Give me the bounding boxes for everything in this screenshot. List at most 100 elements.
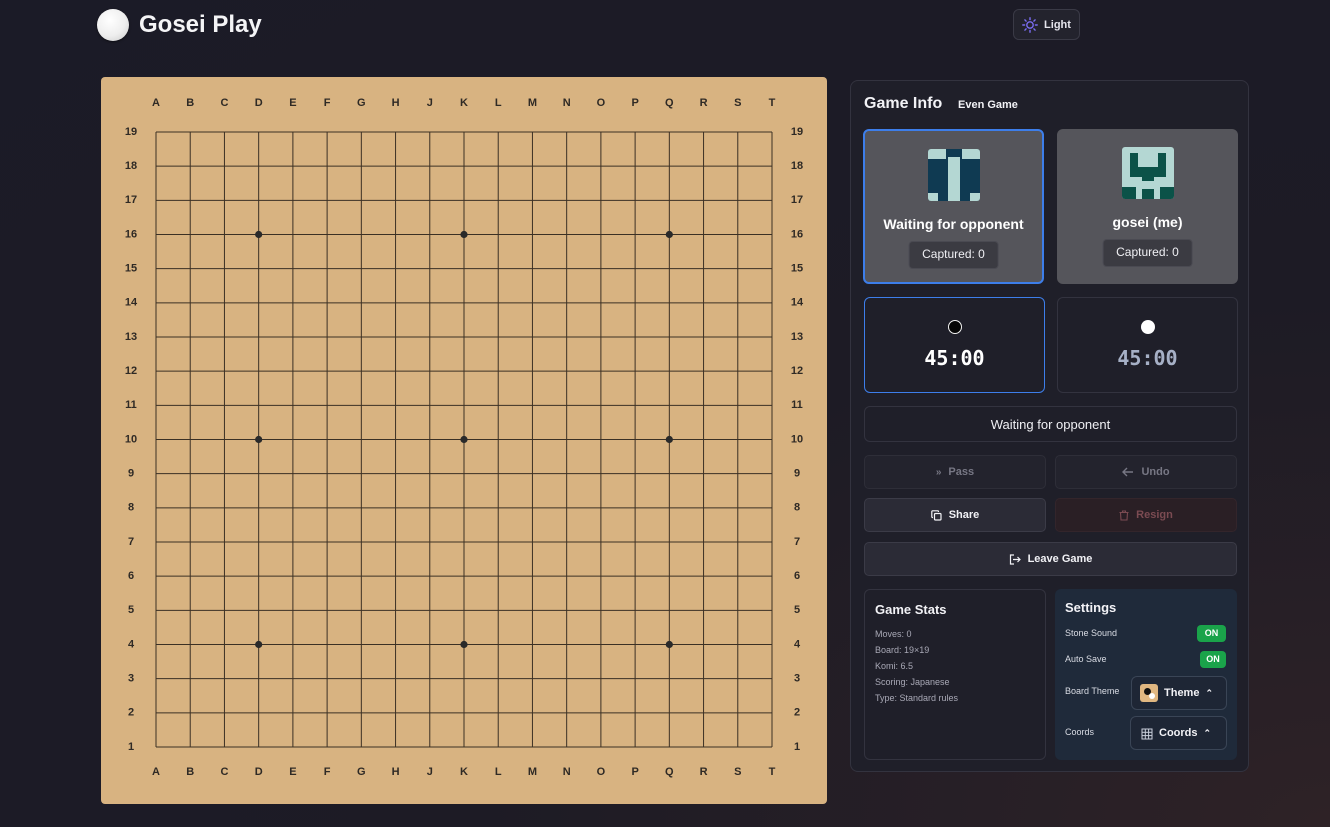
stat-moves: Moves: 0 <box>875 629 912 639</box>
stone-sound-toggle[interactable]: ON <box>1197 625 1226 642</box>
column-label: F <box>324 766 331 778</box>
resign-button[interactable]: Resign <box>1055 498 1237 532</box>
column-label: A <box>152 97 160 109</box>
row-label: 12 <box>125 365 137 377</box>
board-theme-selector[interactable]: Theme ⌃ <box>1131 676 1227 710</box>
player-avatar <box>927 149 980 201</box>
column-label: C <box>220 97 228 109</box>
logout-icon <box>1009 553 1021 565</box>
theme-toggle-button[interactable]: Light <box>1013 9 1080 40</box>
chevron-up-icon: ⌃ <box>1203 727 1212 738</box>
star-point <box>460 435 468 444</box>
coords-button-label: Coords <box>1159 727 1198 739</box>
row-label: 2 <box>128 707 134 719</box>
column-label: O <box>597 97 606 109</box>
column-label: J <box>427 766 433 778</box>
column-label: K <box>460 766 468 778</box>
column-label: B <box>186 97 194 109</box>
go-board[interactable]: A A B B C C D D E E F F G G H H J J K K L L M M N N O O P P Q Q R R S S T T 19… <box>101 77 827 804</box>
board-theme-swatch-icon <box>1140 684 1158 702</box>
row-label: 17 <box>791 194 803 206</box>
row-label: 3 <box>794 673 800 685</box>
row-label: 18 <box>125 160 137 172</box>
row-label: 8 <box>128 502 134 514</box>
leave-game-button[interactable]: Leave Game <box>864 542 1237 576</box>
board-grid[interactable]: AABBCCDDEEFFGGHHJJKKLLMMNNOOPPQQRRSSTT19… <box>101 77 827 804</box>
share-button[interactable]: Share <box>864 498 1046 532</box>
row-label: 6 <box>128 570 134 582</box>
row-label: 16 <box>125 228 137 240</box>
game-info-title: Game Info <box>864 95 943 112</box>
coords-selector[interactable]: Coords ⌃ <box>1130 716 1227 750</box>
row-label: 11 <box>791 399 803 411</box>
copy-icon <box>930 509 942 521</box>
clock-white: 45:00 <box>1057 297 1238 393</box>
column-label: J <box>427 97 433 109</box>
sun-icon <box>1022 16 1038 33</box>
white-stone-icon <box>1140 320 1155 334</box>
column-label: P <box>631 766 638 778</box>
column-label: G <box>357 766 366 778</box>
settings-title: Settings <box>1065 600 1117 615</box>
row-label: 9 <box>794 468 800 480</box>
column-label: B <box>186 766 194 778</box>
app-logo[interactable]: Gosei Play <box>97 9 262 41</box>
row-label: 5 <box>794 604 800 616</box>
stat-board: Board: 19×19 <box>875 645 930 655</box>
game-status: Waiting for opponent <box>864 406 1237 442</box>
column-label: L <box>495 766 502 778</box>
column-label: E <box>289 766 296 778</box>
row-label: 18 <box>791 160 803 172</box>
row-label: 7 <box>794 536 800 548</box>
column-label: S <box>734 97 741 109</box>
column-label: N <box>563 97 571 109</box>
app-title: Gosei Play <box>139 11 262 38</box>
row-label: 10 <box>791 433 803 445</box>
trash-icon <box>1119 509 1129 521</box>
settings-card: Settings Stone Sound ON Auto Save ON Boa… <box>1055 589 1237 760</box>
pass-button[interactable]: » Pass <box>864 455 1046 489</box>
board-theme-button-label: Theme <box>1164 687 1200 699</box>
leave-game-label: Leave Game <box>1027 553 1093 565</box>
column-label: D <box>255 97 263 109</box>
star-point <box>665 435 673 444</box>
column-label: Q <box>665 97 674 109</box>
row-label: 7 <box>128 536 134 548</box>
game-stats-title: Game Stats <box>875 602 947 617</box>
row-label: 13 <box>791 331 803 343</box>
auto-save-toggle[interactable]: ON <box>1200 651 1226 668</box>
chevron-up-icon: ⌃ <box>1205 687 1214 698</box>
row-label: 13 <box>125 331 137 343</box>
column-label: M <box>528 766 537 778</box>
row-label: 15 <box>125 263 137 275</box>
row-label: 2 <box>794 707 800 719</box>
column-label: K <box>460 97 468 109</box>
row-label: 14 <box>125 297 138 309</box>
undo-label: Undo <box>1141 466 1170 478</box>
arrow-left-icon <box>1122 467 1134 477</box>
column-label: P <box>631 97 638 109</box>
row-label: 8 <box>794 502 800 514</box>
game-stats-list: Moves: 0 Board: 19×19 Komi: 6.5 Scoring:… <box>875 626 958 706</box>
captured-count: Captured: 0 <box>1102 239 1193 267</box>
player-name: Waiting for opponent <box>883 216 1024 232</box>
row-label: 1 <box>128 741 134 753</box>
star-point <box>255 640 263 649</box>
game-stats-card: Game Stats Moves: 0 Board: 19×19 Komi: 6… <box>864 589 1046 760</box>
column-label: N <box>563 766 571 778</box>
column-label: C <box>220 766 228 778</box>
row-label: 12 <box>791 365 803 377</box>
star-point <box>665 230 673 239</box>
column-label: L <box>495 97 502 109</box>
undo-button[interactable]: Undo <box>1055 455 1237 489</box>
row-label: 6 <box>794 570 800 582</box>
player-card-black: Waiting for opponent Captured: 0 <box>863 129 1044 284</box>
black-stone-icon <box>947 320 962 334</box>
white-stone-logo-icon <box>97 9 129 41</box>
star-point <box>460 640 468 649</box>
column-label: O <box>597 766 606 778</box>
player-card-white: gosei (me) Captured: 0 <box>1057 129 1238 284</box>
clock-time: 45:00 <box>924 346 985 370</box>
row-label: 11 <box>125 399 137 411</box>
column-label: D <box>255 766 263 778</box>
